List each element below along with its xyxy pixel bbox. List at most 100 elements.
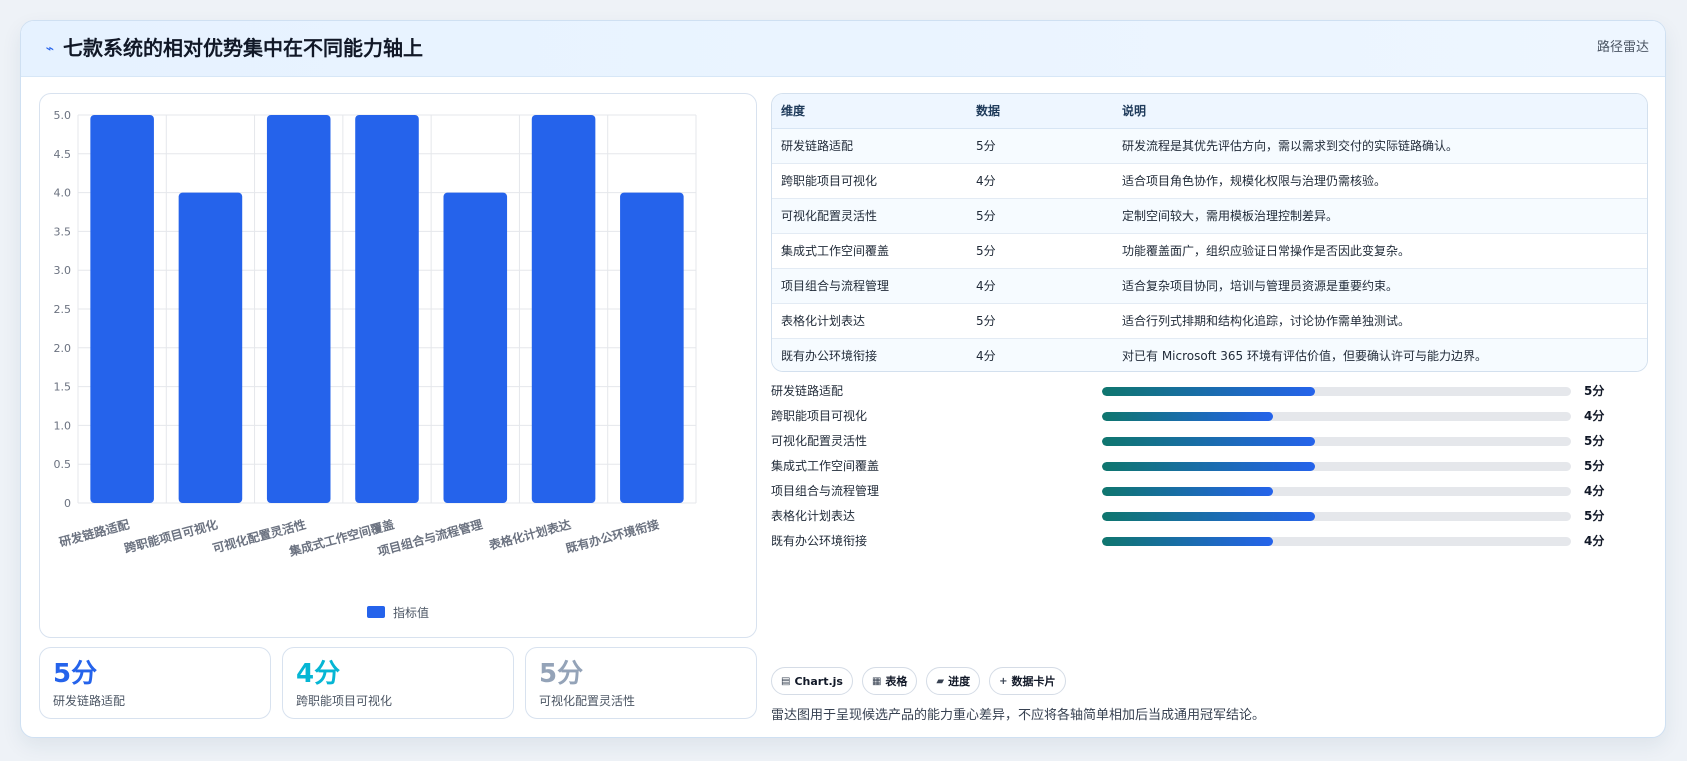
chart-icon: ▤ [781, 675, 791, 687]
progress-track [1102, 412, 1571, 421]
table-cell-description: 对已有 Microsoft 365 环境有评估价值，但要确认许可与能力边界。 [1113, 338, 1647, 371]
progress-track [1102, 537, 1571, 546]
table-cell-data: 5分 [967, 233, 1113, 269]
tag-label: 数据卡片 [1011, 675, 1056, 688]
progress-track [1102, 487, 1571, 496]
x-tick-label: 研发链路适配 [57, 516, 130, 549]
y-tick-label: 1.5 [54, 381, 72, 394]
progress-row: 集成式工作空间覆盖 5分 [771, 454, 1648, 478]
tag-label: Chart.js [794, 674, 843, 688]
y-tick-label: 1.0 [54, 419, 72, 432]
progress-score: 5分 [1584, 459, 1605, 473]
table-row: 可视化配置灵活性 5分 定制空间较大，需用模板治理控制差异。 [772, 198, 1647, 234]
stat-card-row: 5分 研发链路适配 4分 跨职能项目可视化 5分 可视化配置灵活性 [39, 647, 757, 719]
table-cell-dimension: 表格化计划表达 [772, 303, 967, 339]
stat-value: 5分 [539, 659, 584, 689]
capability-table: 维度 数据 说明 研发链路适配 5分 研发流程是其优先评估方向，需以需求到交付的… [772, 94, 1647, 371]
table-icon: ▦ [871, 675, 882, 687]
y-tick-label: 0 [64, 497, 71, 510]
tag-label: 进度 [948, 675, 971, 688]
progress-row: 跨职能项目可视化 4分 [771, 404, 1648, 428]
y-tick-label: 3.0 [54, 264, 72, 277]
y-tick-label: 2.5 [54, 303, 72, 316]
progress-score: 4分 [1584, 534, 1605, 548]
data-card-tag[interactable]: + 数据卡片 [989, 667, 1066, 695]
progress-label: 集成式工作空间覆盖 [771, 459, 880, 473]
progress-label: 既有办公环境衔接 [771, 534, 868, 548]
x-tick-label: 既有办公环境衔接 [564, 516, 661, 555]
x-tick-label: 跨职能项目可视化 [123, 516, 220, 555]
progress-fill [1102, 387, 1316, 396]
capability-table-panel: 维度 数据 说明 研发链路适配 5分 研发流程是其优先评估方向，需以需求到交付的… [771, 93, 1648, 372]
column-header-dimension: 维度 [772, 94, 967, 129]
progress-fill [1102, 412, 1273, 421]
table-cell-data: 5分 [967, 198, 1113, 234]
progress-label: 研发链路适配 [771, 384, 844, 398]
y-tick-label: 4.0 [54, 187, 72, 200]
table-cell-description: 研发流程是其优先评估方向，需以需求到交付的实际链路确认。 [1113, 128, 1647, 164]
progress-row: 既有办公环境衔接 4分 [771, 529, 1648, 553]
table-cell-description: 适合复杂项目协同，培训与管理员资源是重要约束。 [1113, 268, 1647, 304]
y-tick-label: 0.5 [54, 458, 72, 471]
table-row: 表格化计划表达 5分 适合行列式排期和结构化追踪，讨论协作需单独测试。 [772, 303, 1647, 339]
table-row: 项目组合与流程管理 4分 适合复杂项目协同，培训与管理员资源是重要约束。 [772, 268, 1647, 304]
progress-label: 可视化配置灵活性 [771, 434, 868, 448]
table-cell-data: 5分 [967, 303, 1113, 339]
bar-mark [266, 115, 331, 503]
progress-score: 4分 [1584, 484, 1605, 498]
library-tag-list: ▤ Chart.js ▦ 表格 ▰ 进度 + 数据卡片 [771, 667, 1066, 695]
progress-score: 5分 [1584, 434, 1605, 448]
chart-js-tag[interactable]: ▤ Chart.js [771, 667, 853, 695]
bar-chart: 0 0.5 1.0 1.5 2.0 2.5 3.0 3.5 4.0 4.5 5.0 研发链路适配跨职能… [54, 109, 697, 559]
bar-mark [443, 192, 508, 503]
table-row: 研发链路适配 5分 研发流程是其优先评估方向，需以需求到交付的实际链路确认。 [772, 128, 1647, 164]
progress-score: 4分 [1584, 409, 1605, 423]
column-header-description: 说明 [1113, 94, 1647, 129]
progress-row: 项目组合与流程管理 4分 [771, 479, 1648, 503]
table-cell-dimension: 研发链路适配 [772, 128, 967, 164]
radar-path-link[interactable]: 路径雷达 [1597, 39, 1649, 57]
stat-value: 4分 [296, 659, 341, 689]
table-cell-dimension: 集成式工作空间覆盖 [772, 233, 967, 269]
progress-track [1102, 462, 1571, 471]
progress-list: 研发链路适配 5分 跨职能项目可视化 4分 可视化配置灵活性 5分 集成式工作空… [771, 379, 1648, 555]
progress-label: 表格化计划表达 [771, 509, 856, 523]
progress-fill [1102, 437, 1316, 446]
bar-mark [355, 115, 419, 503]
table-cell-dimension: 可视化配置灵活性 [772, 198, 967, 234]
y-tick-label: 3.5 [54, 225, 72, 238]
table-cell-data: 4分 [967, 338, 1113, 371]
chart-legend[interactable]: 指标值 [367, 604, 429, 620]
table-cell-description: 适合项目角色协作，规模化权限与治理仍需核验。 [1113, 163, 1647, 199]
table-cell-data: 4分 [967, 163, 1113, 199]
stat-label: 研发链路适配 [53, 694, 126, 708]
signal-icon: ⌁ [45, 41, 55, 57]
table-cell-description: 定制空间较大，需用模板治理控制差异。 [1113, 198, 1647, 234]
table-cell-dimension: 跨职能项目可视化 [772, 163, 967, 199]
progress-row: 研发链路适配 5分 [771, 379, 1648, 403]
progress-fill [1102, 462, 1316, 471]
bar-mark [531, 115, 596, 503]
table-cell-description: 功能覆盖面广，组织应验证日常操作是否因此变复杂。 [1113, 233, 1647, 269]
table-header-row: 维度 数据 说明 [772, 94, 1647, 129]
table-cell-dimension: 项目组合与流程管理 [772, 268, 967, 304]
table-row: 跨职能项目可视化 4分 适合项目角色协作，规模化权限与治理仍需核验。 [772, 163, 1647, 199]
y-tick-label: 5.0 [54, 109, 72, 122]
stat-card: 5分 研发链路适配 [39, 647, 271, 719]
card-header: ⌁ 七款系统的相对优势集中在不同能力轴上 路径雷达 [21, 21, 1665, 77]
progress-icon: ▰ [936, 675, 945, 687]
progress-track [1102, 387, 1571, 396]
progress-track [1102, 437, 1571, 446]
table-tag[interactable]: ▦ 表格 [861, 667, 918, 695]
progress-tag[interactable]: ▰ 进度 [926, 667, 981, 695]
column-header-data: 数据 [967, 94, 1113, 129]
progress-label: 项目组合与流程管理 [771, 484, 880, 498]
x-tick-label: 表格化计划表达 [486, 516, 572, 552]
y-tick-label: 2.0 [54, 342, 72, 355]
table-cell-dimension: 既有办公环境衔接 [772, 338, 967, 371]
progress-row: 可视化配置灵活性 5分 [771, 429, 1648, 453]
stat-card: 5分 可视化配置灵活性 [525, 647, 757, 719]
stat-label: 跨职能项目可视化 [296, 694, 393, 708]
tag-label: 表格 [885, 675, 908, 688]
progress-fill [1102, 512, 1316, 521]
